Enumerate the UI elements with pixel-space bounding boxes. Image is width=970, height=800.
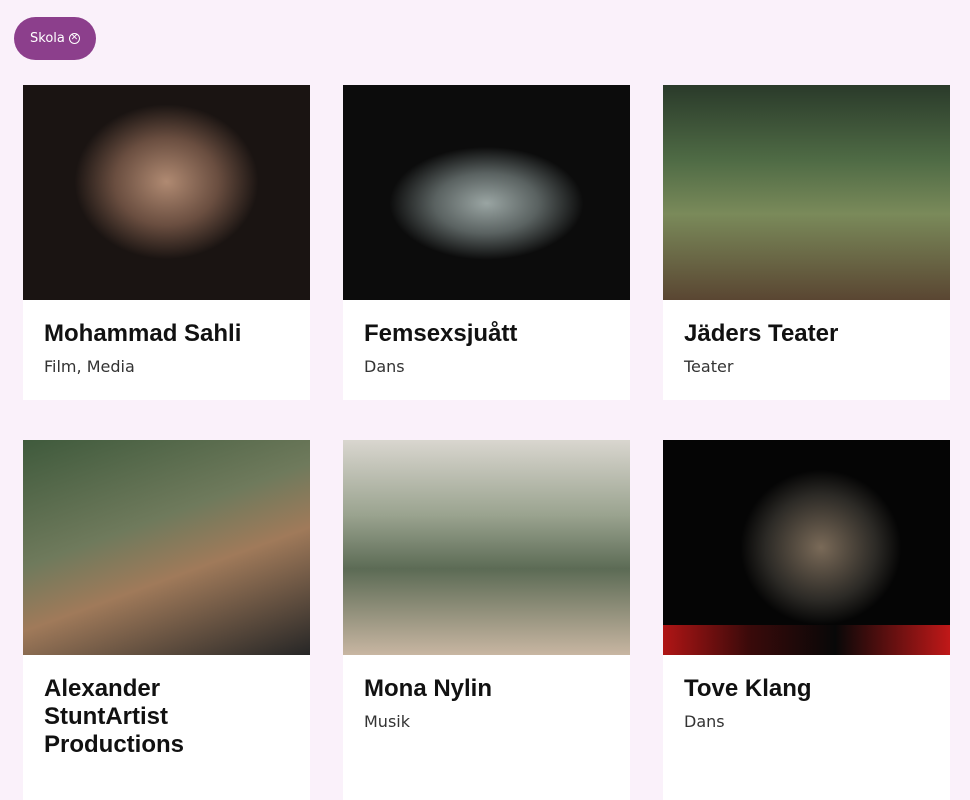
filter-chip-skola[interactable]: Skola ✕ [14, 17, 96, 60]
artist-card[interactable]: Mona Nylin Musik [343, 440, 630, 800]
artist-grid: Mohammad Sahli Film, Media Femsexsjuått … [23, 85, 950, 800]
artist-name: Mona Nylin [364, 675, 493, 702]
artist-card[interactable]: Mohammad Sahli Film, Media [23, 85, 310, 400]
artist-photo [663, 85, 950, 300]
artist-photo [23, 440, 310, 655]
artist-photo [343, 85, 630, 300]
artist-category: Dans [684, 712, 725, 731]
artist-name: Mohammad Sahli [44, 320, 242, 347]
artist-photo [343, 440, 630, 655]
artist-card[interactable]: Alexander StuntArtist Productions [23, 440, 310, 800]
filter-chip-label: Skola [30, 31, 65, 46]
artist-name: Jäders Teater [684, 320, 839, 347]
artist-card[interactable]: Jäders Teater Teater [663, 85, 950, 400]
artist-card[interactable]: Femsexsjuått Dans [343, 85, 630, 400]
artist-category: Dans [364, 357, 405, 376]
artist-name: Femsexsjuått [364, 320, 518, 347]
artist-name: Alexander StuntArtist Productions [44, 675, 185, 758]
artist-category: Film, Media [44, 357, 135, 376]
remove-filter-icon[interactable]: ✕ [68, 33, 80, 44]
artist-photo [23, 85, 310, 300]
artist-category: Musik [364, 712, 410, 731]
artist-photo [663, 440, 950, 655]
artist-card[interactable]: Tove Klang Dans [663, 440, 950, 800]
artist-category: Teater [684, 357, 734, 376]
artist-name: Tove Klang [684, 675, 812, 702]
